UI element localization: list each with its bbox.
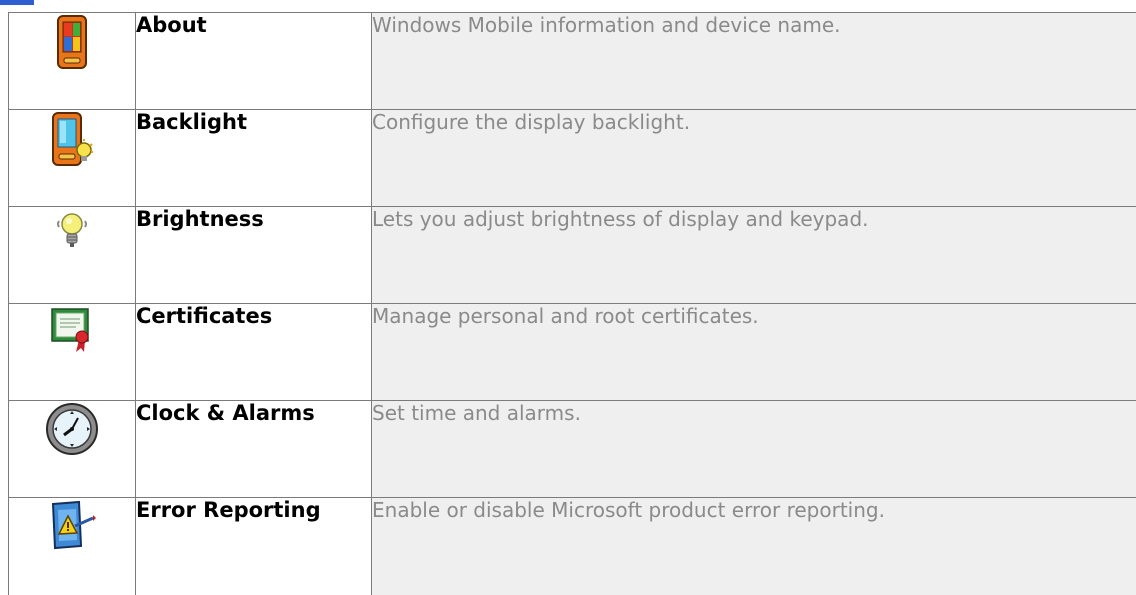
heading-fragment [0, 0, 34, 5]
icon-cell [9, 13, 136, 110]
table-row: Backlight Configure the display backligh… [9, 110, 1136, 207]
setting-name: Certificates [136, 304, 372, 401]
table-row: About Windows Mobile information and dev… [9, 13, 1136, 110]
setting-description: Enable or disable Microsoft product erro… [372, 498, 1136, 595]
table-row: Brightness Lets you adjust brightness of… [9, 207, 1136, 304]
lightbulb-icon [55, 207, 89, 251]
setting-name: Clock & Alarms [136, 401, 372, 498]
pda-backlight-icon [50, 110, 94, 168]
icon-cell [9, 207, 136, 304]
setting-description: Lets you adjust brightness of display an… [372, 207, 1136, 304]
icon-cell [9, 498, 136, 595]
setting-description: Windows Mobile information and device na… [372, 13, 1136, 110]
table-row: Clock & Alarms Set time and alarms. [9, 401, 1136, 498]
setting-description: Manage personal and root certificates. [372, 304, 1136, 401]
table-row: Error Reporting Enable or disable Micros… [9, 498, 1136, 595]
settings-table: About Windows Mobile information and dev… [8, 12, 1136, 595]
error-report-icon [47, 498, 97, 552]
setting-description: Configure the display backlight. [372, 110, 1136, 207]
icon-cell [9, 401, 136, 498]
setting-name: About [136, 13, 372, 110]
setting-name: Brightness [136, 207, 372, 304]
icon-cell [9, 304, 136, 401]
setting-name: Error Reporting [136, 498, 372, 595]
setting-name: Backlight [136, 110, 372, 207]
table-row: Certificates Manage personal and root ce… [9, 304, 1136, 401]
certificate-icon [49, 304, 95, 354]
setting-description: Set time and alarms. [372, 401, 1136, 498]
pda-windows-icon [55, 13, 89, 71]
icon-cell [9, 110, 136, 207]
clock-icon [44, 401, 100, 457]
